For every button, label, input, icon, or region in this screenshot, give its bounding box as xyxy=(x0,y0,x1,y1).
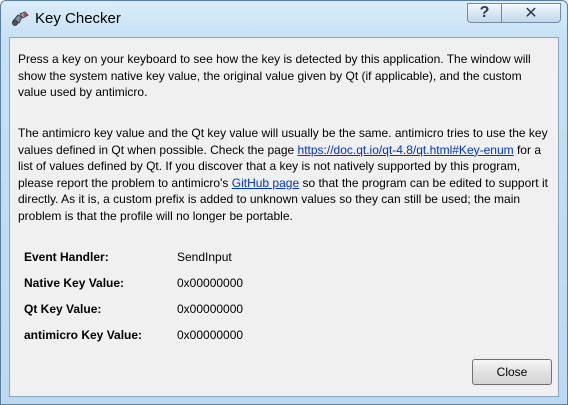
native-key-value: 0x00000000 xyxy=(177,276,244,290)
close-icon: ✕ xyxy=(524,5,538,22)
antimicro-key-label: antimicro Key Value: xyxy=(24,328,143,342)
info-paragraph: The antimicro key value and the Qt key v… xyxy=(18,125,548,225)
github-link[interactable]: GitHub page xyxy=(232,176,299,190)
title-bar[interactable]: Key Checker ? ✕ xyxy=(1,1,567,37)
antimicro-key-value: 0x00000000 xyxy=(177,328,244,342)
qt-key-value: 0x00000000 xyxy=(177,302,244,316)
window-close-button[interactable]: ✕ xyxy=(501,3,561,23)
event-handler-value: SendInput xyxy=(177,250,232,264)
help-button[interactable]: ? xyxy=(467,3,501,23)
qt-key-label: Qt Key Value: xyxy=(24,302,102,316)
close-button[interactable]: Close xyxy=(472,359,552,385)
native-key-label: Native Key Value: xyxy=(24,276,125,290)
intro-paragraph: Press a key on your keyboard to see how … xyxy=(18,52,531,100)
key-checker-window: Key Checker ? ✕ Press a key on your keyb… xyxy=(0,0,568,405)
window-title: Key Checker xyxy=(35,10,121,27)
help-icon: ? xyxy=(479,4,490,21)
dialog-content: Press a key on your keyboard to see how … xyxy=(9,37,559,397)
qt-docs-link[interactable]: https://doc.qt.io/qt-4.8/qt.html#Key-enu… xyxy=(298,143,514,157)
event-handler-label: Event Handler: xyxy=(24,250,109,264)
gamepad-icon xyxy=(12,11,29,26)
